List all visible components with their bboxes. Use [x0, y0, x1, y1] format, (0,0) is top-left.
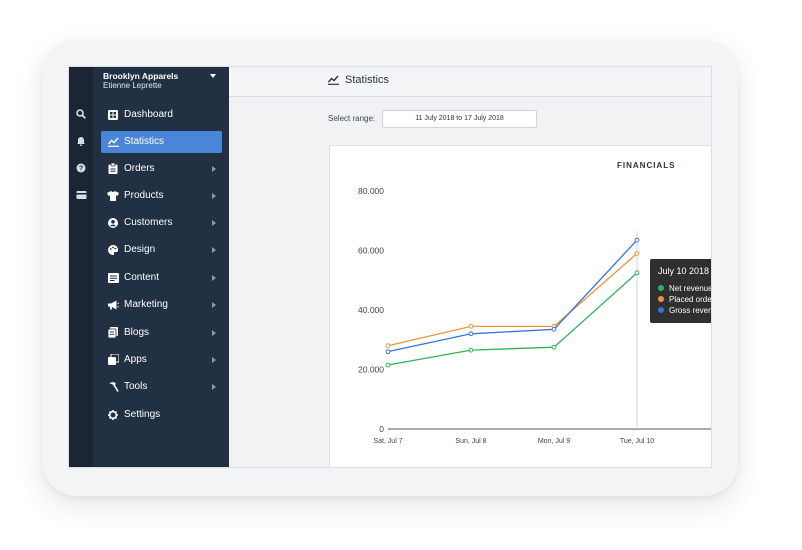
sidebar-item-apps[interactable]: Apps [101, 349, 222, 371]
sidebar-item-orders[interactable]: Orders [101, 158, 222, 180]
tooltip-row-gross-revenue: Gross revenue [658, 306, 711, 315]
series-line-2 [387, 239, 638, 353]
range-label: Select range: [328, 114, 376, 123]
account-switcher[interactable]: Brooklyn Apparels Etienne Leprette [103, 71, 178, 91]
sidebar-item-label: Marketing [124, 299, 168, 310]
sidebar-item-label: Content [124, 272, 160, 283]
help-icon[interactable]: ? [69, 163, 93, 177]
sidebar-item-label: Blogs [124, 327, 150, 338]
x-tick-label: Tue, Jul 10 [620, 438, 654, 445]
sidebar-item-content[interactable]: Content [101, 267, 222, 289]
card-icon[interactable] [69, 190, 93, 204]
legend-dot [658, 285, 664, 291]
user-circle-icon [107, 212, 119, 237]
apps-icon [107, 349, 119, 374]
sidebar-item-label: Orders [124, 163, 155, 174]
data-point [551, 326, 557, 332]
shirt-icon [107, 185, 119, 210]
x-tick-label: Sat, Jul 7 [373, 438, 402, 445]
data-point [385, 349, 391, 355]
date-range-picker[interactable]: 11 July 2018 to 17 July 2018 [382, 110, 537, 128]
data-point [468, 347, 474, 353]
tooltip-row-net-revenue: Net revenue [658, 284, 711, 293]
clipboard-icon [107, 158, 119, 183]
sidebar-item-label: Products [124, 190, 164, 201]
sidebar-item-label: Customers [124, 217, 173, 228]
main-content: Statistics Select range: 11 July 2018 to… [229, 67, 711, 467]
sidebar-item-dashboard[interactable]: Dashboard [101, 104, 222, 126]
sidebar-item-label: Apps [124, 354, 147, 365]
y-tick-label: 0 [379, 424, 384, 434]
data-point [634, 237, 640, 243]
chevron-right-icon [212, 247, 216, 253]
icon-rail: ? [69, 67, 94, 467]
sidebar-item-settings[interactable]: Settings [101, 404, 222, 426]
chevron-right-icon [212, 166, 216, 172]
sidebar-item-tools[interactable]: Tools [101, 376, 222, 398]
data-point [468, 331, 474, 337]
chevron-right-icon [212, 193, 216, 199]
tooltip-title: July 10 2018 [658, 266, 710, 276]
data-point [385, 343, 391, 349]
legend-dot [658, 296, 664, 302]
chevron-right-icon [212, 384, 216, 390]
data-point [634, 251, 640, 256]
dashboard-icon [107, 104, 119, 129]
gear-icon [107, 404, 119, 429]
sidebar-item-statistics[interactable]: Statistics [101, 131, 222, 153]
y-tick-label: 40.000 [358, 305, 384, 315]
data-point [634, 270, 640, 276]
sidebar-item-label: Tools [124, 381, 148, 392]
chart-line-icon [107, 131, 119, 156]
bell-icon[interactable] [69, 136, 93, 150]
svg-text:?: ? [79, 166, 83, 173]
megaphone-icon [107, 294, 119, 319]
hammer-icon [107, 376, 119, 401]
chevron-right-icon [212, 357, 216, 363]
data-point [551, 344, 557, 350]
app-screen: ? Brooklyn Apparels Etienne Leprette Das… [68, 66, 712, 468]
content-icon [107, 267, 119, 292]
y-tick-label: 20.000 [358, 365, 384, 375]
chevron-right-icon [212, 302, 216, 308]
sidebar-item-blogs[interactable]: Blogs [101, 322, 222, 344]
chart-line-icon [327, 75, 339, 88]
search-icon[interactable] [69, 109, 93, 123]
sidebar-item-products[interactable]: Products [101, 185, 222, 207]
chevron-right-icon [212, 275, 216, 281]
sidebar-item-label: Design [124, 244, 156, 255]
x-tick-label: Sun, Jul 8 [455, 438, 486, 445]
tooltip-row-placed-orders: Placed orders [658, 295, 711, 304]
y-tick-label: 60.000 [358, 246, 384, 256]
chevron-down-icon[interactable] [210, 74, 216, 78]
chart-card: FINANCIALS 0 20.000 40.000 60.000 80.000 Sat,… [329, 145, 711, 467]
sidebar-item-design[interactable]: Design [101, 239, 222, 261]
sidebar-item-marketing[interactable]: Marketing [101, 294, 222, 316]
palette-icon [107, 239, 119, 264]
sidebar-item-customers[interactable]: Customers [101, 212, 222, 234]
data-point [468, 323, 474, 329]
chevron-right-icon [212, 220, 216, 226]
x-tick-label: Mon, Jul 9 [538, 438, 570, 445]
chart-tooltip: July 10 2018 Net revenue Placed orders G… [650, 259, 711, 323]
store-name: Brooklyn Apparels [103, 71, 179, 81]
sidebar-item-label: Dashboard [124, 109, 173, 120]
sidebar: Brooklyn Apparels Etienne Leprette Dashb… [93, 67, 229, 467]
legend-dot [658, 307, 664, 313]
sidebar-item-label: Statistics [124, 136, 165, 147]
y-tick-label: 80.000 [358, 186, 384, 196]
sidebar-item-label: Settings [124, 409, 161, 420]
user-name: Etienne Leprette [103, 81, 162, 90]
chevron-right-icon [212, 330, 216, 336]
blog-icon [107, 322, 119, 347]
data-point [385, 362, 391, 368]
page-header: Statistics [229, 67, 711, 97]
page-title: Statistics [345, 74, 390, 86]
